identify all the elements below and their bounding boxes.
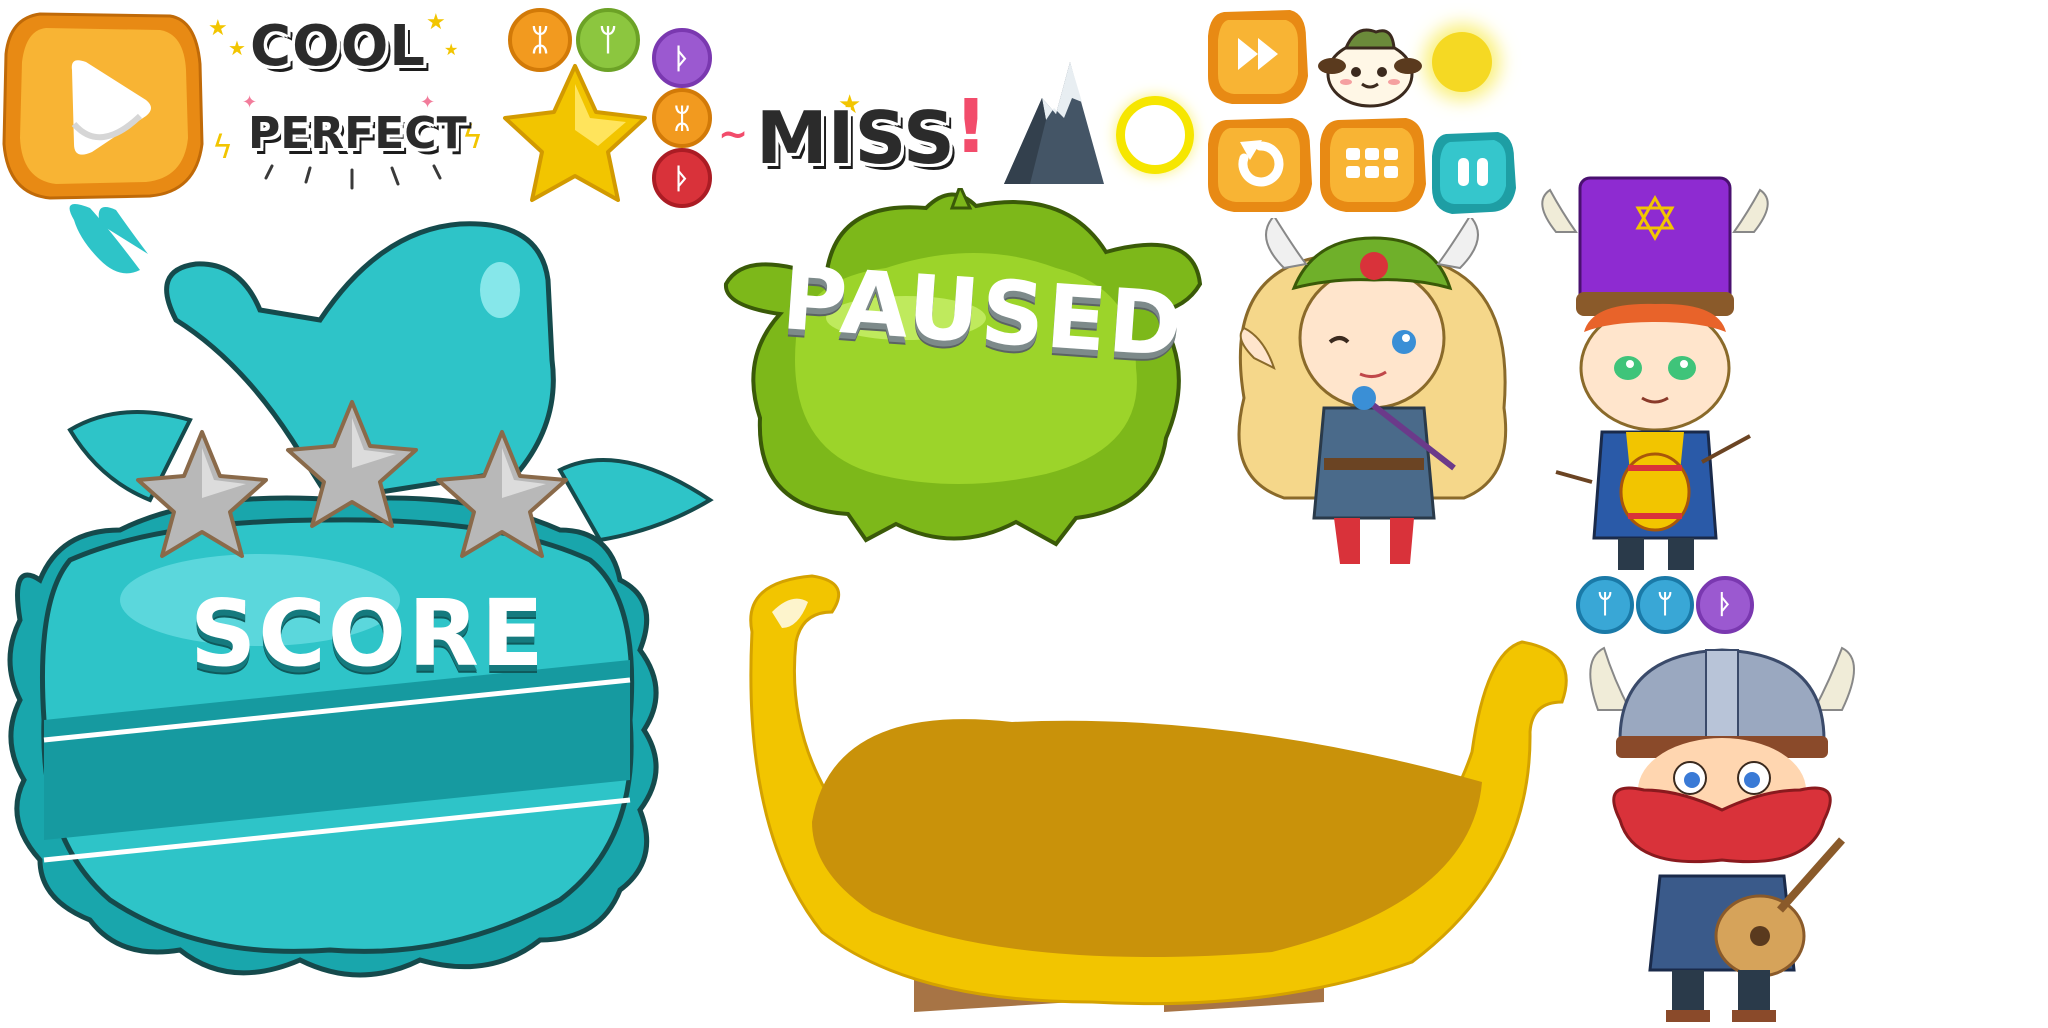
star-slot-2	[282, 396, 422, 532]
miss-text: MISS	[756, 96, 955, 180]
rune-glyph: ᚦ	[1717, 590, 1733, 620]
halo-ring-icon	[1116, 96, 1194, 174]
rune-purple: ᚦ	[652, 28, 712, 88]
cow-mascot	[1316, 18, 1424, 110]
viking-ship	[712, 572, 1572, 1024]
viking-bard-character	[1580, 640, 1870, 1024]
rune-blue: ᛘ	[1636, 576, 1694, 634]
viking-girl-character	[1214, 214, 1528, 574]
pause-button[interactable]	[1428, 128, 1518, 216]
cool-banner: ★ ★ ★ ★ COOL	[206, 10, 476, 80]
sparkle-icon: ★	[426, 10, 446, 35]
cool-text: COOL	[250, 14, 426, 79]
play-button[interactable]	[0, 4, 206, 204]
dash-icon: ~	[718, 114, 749, 155]
score-panel: SCORE	[0, 200, 720, 1000]
miss-banner: ~ ★ MISS !	[718, 84, 988, 184]
rune-glyph: ᚦ	[673, 161, 691, 195]
perfect-text: PERFECT	[248, 108, 467, 159]
mountain-icon	[1002, 58, 1106, 186]
sparkle-icon: ★	[444, 40, 459, 59]
rune-glyph: ᛘ	[1597, 590, 1613, 620]
rune-red: ᚦ	[652, 148, 712, 208]
drummer-character	[1532, 172, 1778, 572]
rune-blue: ᛘ	[1576, 576, 1634, 634]
rune-glyph: ᛯ	[673, 101, 691, 135]
sparkle-icon: ★	[228, 36, 246, 60]
paused-panel: PAUSED	[716, 188, 1208, 568]
rune-glyph: ᛘ	[599, 22, 617, 58]
sparkle-icon: ★	[208, 16, 228, 41]
star-icon	[500, 60, 650, 206]
perfect-banner: ϟ ϟ ✦ ✦ PERFECT	[212, 92, 502, 202]
rune-purple: ᚦ	[1696, 576, 1754, 634]
rune-orange: ᛯ	[652, 88, 712, 148]
star-slot-3	[432, 426, 572, 562]
rune-glyph: ᛘ	[1657, 590, 1673, 620]
restart-button[interactable]	[1204, 112, 1314, 216]
exclamation-icon: !	[954, 84, 988, 170]
menu-button[interactable]	[1316, 112, 1428, 216]
star-slot-1	[132, 426, 272, 562]
score-title: SCORE	[190, 580, 546, 687]
rune-glyph: ᚦ	[673, 41, 691, 75]
lightning-icon: ϟ	[212, 128, 234, 166]
rune-glyph: ᛯ	[531, 22, 549, 58]
fast-forward-button[interactable]	[1204, 4, 1310, 108]
sun-icon	[1432, 32, 1492, 92]
